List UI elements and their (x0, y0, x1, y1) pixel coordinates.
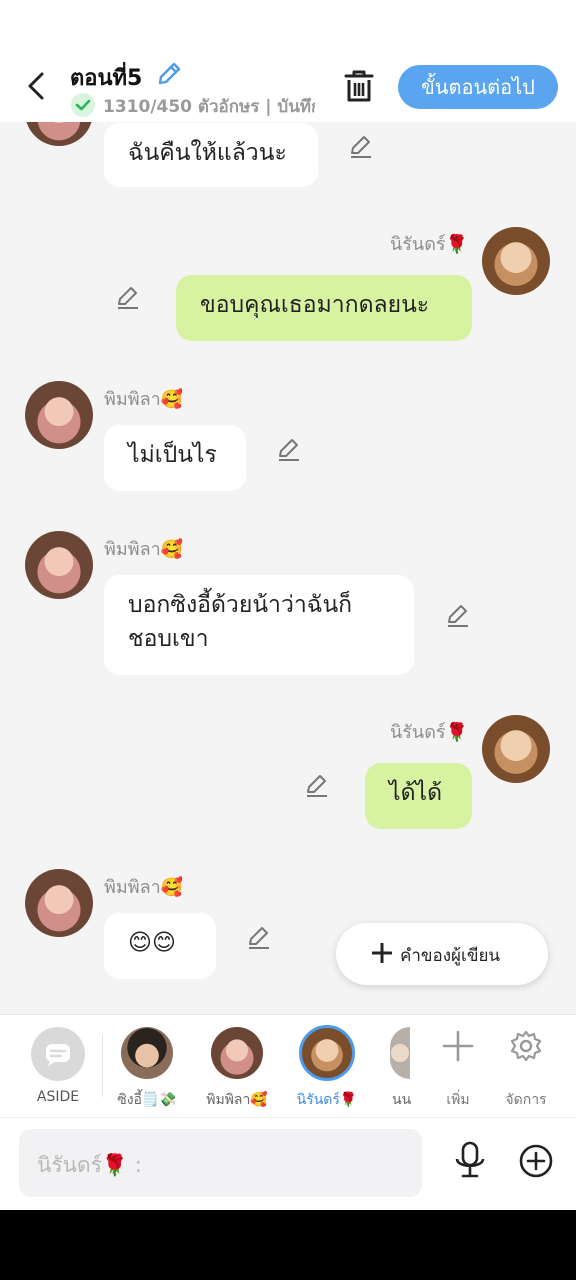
manage-label: จัดการ (505, 1092, 547, 1108)
avatar-nirun[interactable] (482, 227, 550, 295)
character-label: พิมพิลา🥰 (206, 1092, 268, 1108)
message-input[interactable]: นิรันดร์🌹 : (19, 1129, 422, 1197)
edit-title-pencil-icon[interactable] (155, 60, 183, 88)
edit-message-pencil-icon[interactable] (445, 603, 471, 629)
avatar-nirun[interactable] (482, 715, 550, 783)
add-character-icon[interactable] (441, 1029, 475, 1063)
edit-message-pencil-icon[interactable] (246, 925, 272, 951)
speaker-name: พิมพิลา🥰 (104, 877, 184, 898)
author-note-label: คำของผู้เขียน (400, 946, 501, 966)
character-singyi[interactable] (121, 1027, 173, 1079)
chat-area: ฉันคืนให้แล้วนะ นิรันดร์🌹 ขอบคุณเธอมากดล… (0, 122, 576, 1014)
message-bubble[interactable]: ฉันคืนให้แล้วนะ (104, 123, 318, 187)
edit-message-pencil-icon[interactable] (304, 773, 330, 799)
status-bar (0, 0, 576, 56)
author-note-button[interactable]: คำของผู้เขียน (336, 923, 548, 985)
avatar-pimpila[interactable] (25, 531, 93, 599)
gear-icon[interactable] (509, 1029, 543, 1063)
add-label: เพิ่ม (446, 1092, 470, 1108)
character-nn[interactable] (390, 1027, 410, 1079)
message-bubble[interactable]: ได้ได้ (365, 763, 472, 829)
composer-bar: นิรันดร์🌹 : (0, 1118, 576, 1210)
back-arrow-icon[interactable] (22, 70, 50, 102)
speaker-name: นิรันดร์🌹 (389, 234, 468, 255)
divider (102, 1035, 103, 1097)
avatar-pimpila[interactable] (25, 122, 93, 146)
aside-button[interactable] (31, 1027, 85, 1081)
saved-check-icon (71, 93, 95, 117)
edit-message-pencil-icon[interactable] (348, 134, 374, 160)
message-bubble[interactable]: ไม่เป็นไร (104, 425, 246, 491)
character-label: ซิงอี้🗒️💸 (117, 1092, 177, 1108)
speaker-name: นิรันดร์🌹 (389, 722, 468, 743)
aside-label: ASIDE (36, 1089, 80, 1105)
character-pimpila[interactable] (211, 1027, 263, 1079)
add-circle-icon[interactable] (518, 1143, 554, 1179)
top-bar: ตอนที่5 1310/450 ตัวอักษร | บันทึก ขั้นต… (0, 56, 576, 122)
character-label: นิรันดร์🌹 (296, 1092, 358, 1108)
avatar-pimpila[interactable] (25, 381, 93, 449)
microphone-icon[interactable] (452, 1140, 488, 1180)
character-selector: ASIDE ซิงอี้🗒️💸 พิมพิลา🥰 นิรันดร์🌹 นน เพ… (0, 1014, 576, 1118)
message-bubble[interactable]: บอกซิงอี้ด้วยน้าว่าฉันก็ ชอบเขา (104, 575, 414, 675)
message-bubble[interactable]: ขอบคุณเธอมากดลยนะ (176, 275, 472, 341)
speaker-name: พิมพิลา🥰 (104, 389, 184, 410)
speaker-name: พิมพิลา🥰 (104, 539, 184, 560)
edit-message-pencil-icon[interactable] (115, 285, 141, 311)
next-step-button[interactable]: ขั้นตอนต่อไป (398, 65, 558, 109)
chat-bubble-icon (46, 1044, 70, 1066)
avatar-pimpila[interactable] (25, 869, 93, 937)
plus-icon (372, 943, 392, 963)
trash-icon[interactable] (342, 68, 376, 104)
edit-message-pencil-icon[interactable] (276, 437, 302, 463)
character-nirun-selected[interactable] (299, 1025, 355, 1081)
episode-title[interactable]: ตอนที่5 (70, 60, 142, 95)
system-navigation-bar (0, 1210, 576, 1280)
message-bubble[interactable]: 😊😊 (104, 913, 216, 979)
character-count-status: 1310/450 ตัวอักษร | บันทึก (103, 97, 315, 117)
character-label: นน (392, 1092, 412, 1108)
